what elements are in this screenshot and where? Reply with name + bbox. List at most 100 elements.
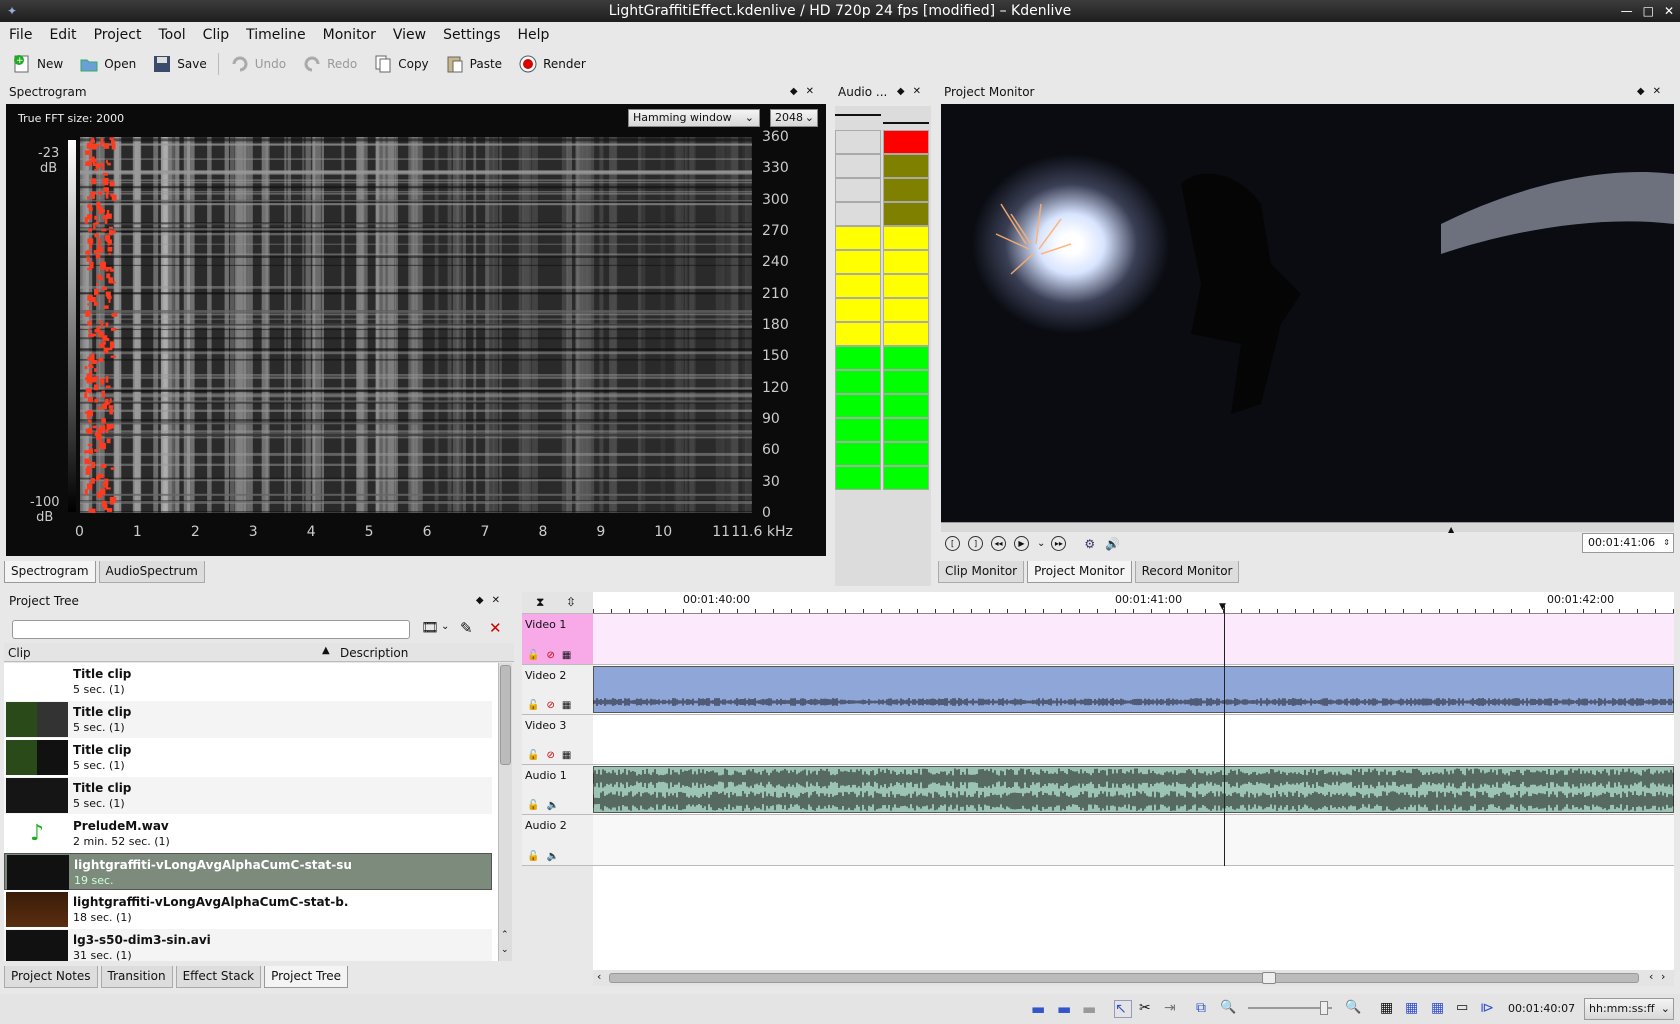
- maximize-button[interactable]: □: [1643, 0, 1654, 22]
- scrollbar-thumb[interactable]: [1262, 972, 1276, 984]
- menu-monitor[interactable]: Monitor: [314, 24, 384, 46]
- play-icon[interactable]: ▶: [1014, 536, 1029, 551]
- lock-icon[interactable]: 🔓: [527, 750, 539, 761]
- mute-video-icon[interactable]: ⊘: [546, 750, 554, 761]
- panel-controls[interactable]: ◆✕: [790, 83, 822, 101]
- close-window-button[interactable]: ✕: [1664, 0, 1674, 22]
- edit-clip-icon[interactable]: ✎: [460, 619, 473, 637]
- save-button[interactable]: Save: [144, 51, 214, 77]
- forward-icon[interactable]: ▸▸: [1051, 536, 1067, 551]
- audio-thumbnails-icon[interactable]: ▬: [1057, 1000, 1075, 1018]
- zoom-in-icon[interactable]: 🔍: [1345, 1000, 1363, 1018]
- track-video-3[interactable]: [593, 715, 1674, 765]
- razor-tool-icon[interactable]: ✂: [1139, 1000, 1157, 1018]
- list-item[interactable]: Title clip 5 sec. (1): [4, 777, 492, 814]
- menu-view[interactable]: View: [384, 24, 434, 46]
- track-audio-2[interactable]: [593, 815, 1674, 866]
- track-video-2[interactable]: [593, 665, 1674, 715]
- track-audio-1[interactable]: [593, 765, 1674, 815]
- zoom-slider-handle[interactable]: [1320, 1001, 1328, 1015]
- mute-video-icon[interactable]: ⊘: [546, 700, 554, 711]
- tab-audiospectrum[interactable]: AudioSpectrum: [98, 561, 205, 583]
- speaker-icon[interactable]: 🔈: [546, 800, 558, 811]
- volume-icon[interactable]: 🔊: [1105, 537, 1120, 551]
- video-preview[interactable]: [941, 104, 1674, 522]
- undo-button[interactable]: Undo: [222, 51, 294, 77]
- menu-clip[interactable]: Clip: [194, 24, 237, 46]
- minimize-button[interactable]: —: [1621, 0, 1633, 22]
- project-list-scrollbar[interactable]: ⌃ ⌄: [498, 663, 512, 961]
- track-header-video-3[interactable]: Video 3 🔓 ⊘ ▦: [522, 715, 593, 765]
- set-zone-end-icon[interactable]: ]: [968, 536, 983, 551]
- tab-transition[interactable]: Transition: [100, 966, 173, 988]
- expand-tracks-icon[interactable]: ⇳: [566, 595, 576, 609]
- monitor-timecode-field[interactable]: 00:01:41:06 ⇕: [1582, 533, 1674, 553]
- rewind-icon[interactable]: ◂◂: [991, 536, 1006, 551]
- list-item[interactable]: Title clip 5 sec. (1): [4, 739, 492, 776]
- tab-spectrogram[interactable]: Spectrogram: [4, 561, 96, 583]
- zoom-out-icon[interactable]: 🔍: [1220, 1000, 1238, 1018]
- redo-button[interactable]: Redo: [294, 51, 365, 77]
- list-item-selected[interactable]: lightgraffiti-vLongAvgAlphaCumC-stat-su 1…: [4, 853, 492, 890]
- scroll-up-icon[interactable]: ⌃: [501, 930, 509, 940]
- panel-controls[interactable]: ◆✕: [476, 592, 508, 610]
- menu-file[interactable]: File: [0, 24, 40, 46]
- track-header-video-2[interactable]: Video 2 🔓 ⊘ ▦: [522, 665, 593, 715]
- monitor-options-icon[interactable]: ⚙: [1084, 537, 1095, 551]
- auto-scroll-icon[interactable]: ⧐: [1480, 1000, 1498, 1018]
- scrollbar-thumb[interactable]: [500, 665, 511, 765]
- track-video-1[interactable]: [593, 614, 1674, 665]
- column-description[interactable]: Description: [340, 646, 408, 660]
- lock-icon[interactable]: 🔓: [527, 800, 539, 811]
- snap-icon[interactable]: ▦: [1405, 1000, 1423, 1018]
- set-zone-start-icon[interactable]: [: [945, 536, 960, 551]
- monitor-timeline-ruler[interactable]: ▲: [941, 522, 1674, 534]
- tab-effect-stack[interactable]: Effect Stack: [175, 966, 262, 988]
- tab-project-monitor[interactable]: Project Monitor: [1027, 561, 1132, 583]
- markers-icon[interactable]: ▭: [1456, 1000, 1474, 1018]
- timeline-ruler[interactable]: 00:01:40:00 00:01:41:00 00:01:42:00: [593, 592, 1674, 614]
- show-waveform-icon[interactable]: ▦: [1431, 1000, 1449, 1018]
- film-icon[interactable]: ▦: [562, 750, 571, 761]
- add-clip-icon[interactable]: 🎞: [421, 620, 439, 636]
- menu-tool[interactable]: Tool: [149, 24, 193, 46]
- lock-icon[interactable]: 🔓: [527, 700, 539, 711]
- scrollbar-track[interactable]: [609, 972, 1639, 984]
- timeline-empty-area[interactable]: [593, 866, 1674, 970]
- mute-video-icon[interactable]: ⊘: [546, 650, 554, 661]
- menu-timeline[interactable]: Timeline: [237, 24, 314, 46]
- new-button[interactable]: + New: [4, 51, 71, 77]
- sort-ascending-icon[interactable]: ▲: [322, 645, 330, 656]
- list-item[interactable]: Title clip 5 sec. (1): [4, 701, 492, 738]
- menu-help[interactable]: Help: [509, 24, 558, 46]
- project-search-input[interactable]: [12, 620, 410, 639]
- speaker-icon[interactable]: 🔈: [546, 851, 558, 862]
- tab-project-tree[interactable]: Project Tree: [264, 966, 349, 988]
- list-item[interactable]: Title clip 5 sec. (1): [4, 663, 492, 700]
- video-thumbnails-icon[interactable]: ▬: [1031, 1000, 1049, 1018]
- scroll-left-icon[interactable]: ‹: [597, 970, 601, 983]
- menu-edit[interactable]: Edit: [40, 24, 84, 46]
- delete-clip-icon[interactable]: ✕: [489, 619, 502, 637]
- split-audio-icon[interactable]: ▦: [1380, 1000, 1398, 1018]
- film-icon[interactable]: ▦: [562, 700, 571, 711]
- timeline-horizontal-scrollbar[interactable]: ‹ ‹ ›: [593, 970, 1674, 986]
- track-header-video-1[interactable]: Video 1 🔓 ⊘ ▦: [522, 614, 593, 665]
- fft-size-select[interactable]: 2048 ⌄: [770, 109, 818, 127]
- list-item[interactable]: ♪ PreludeM.wav 2 min. 52 sec. (1): [4, 815, 492, 852]
- list-item[interactable]: lightgraffiti-vLongAvgAlphaCumC-stat-b. 1…: [4, 891, 492, 928]
- track-header-audio-2[interactable]: Audio 2 🔓 🔈: [522, 815, 593, 866]
- scroll-down-icon[interactable]: ⌄: [501, 945, 509, 955]
- panel-controls[interactable]: ◆✕: [1637, 83, 1669, 101]
- selection-tool-icon[interactable]: ↖: [1114, 1000, 1132, 1018]
- film-icon[interactable]: ▦: [562, 650, 571, 661]
- window-function-select[interactable]: Hamming window ⌄: [628, 109, 760, 127]
- chevron-down-icon[interactable]: ⌄: [441, 621, 449, 632]
- timecode-format-select[interactable]: hh:mm:ss:ff ⌄: [1584, 998, 1674, 1020]
- tab-record-monitor[interactable]: Record Monitor: [1134, 561, 1240, 583]
- scroll-right-icon[interactable]: ›: [1661, 970, 1665, 983]
- zoom-slider[interactable]: [1248, 1001, 1332, 1015]
- menu-settings[interactable]: Settings: [434, 24, 508, 46]
- chevron-down-icon[interactable]: ⌄: [1037, 538, 1045, 549]
- show-markers-icon[interactable]: ▬: [1082, 1000, 1100, 1018]
